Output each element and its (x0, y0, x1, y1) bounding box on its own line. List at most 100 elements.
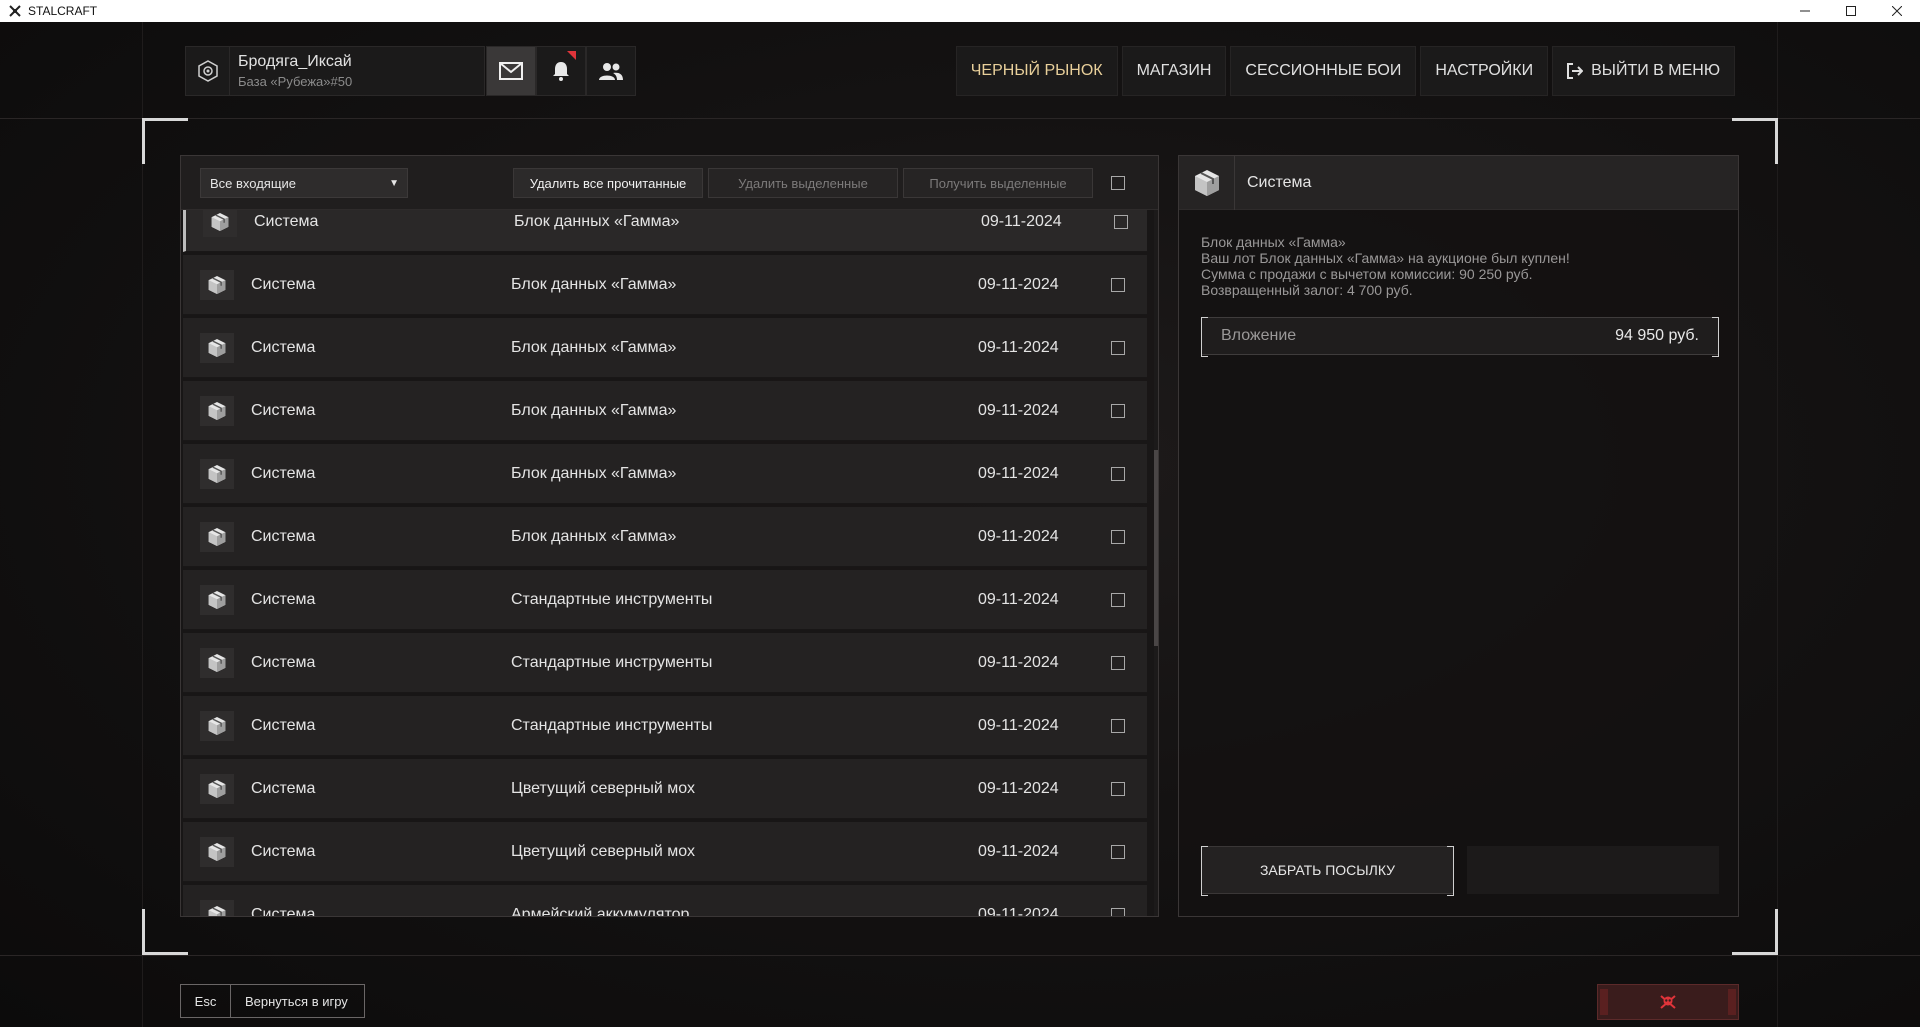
frame-guide-left (142, 22, 143, 1027)
mail-row-checkbox[interactable] (1111, 593, 1125, 607)
nav-settings[interactable]: НАСТРОЙКИ (1420, 46, 1549, 96)
delete-all-read-button[interactable]: Удалить все прочитанные (513, 168, 703, 198)
mail-row-subject: Блок данных «Гамма» (511, 464, 677, 482)
mail-row-date: 09-11-2024 (978, 275, 1059, 293)
mail-row-date: 09-11-2024 (978, 401, 1059, 419)
crossed-tools-icon (9, 5, 21, 17)
friends-button[interactable] (586, 46, 636, 96)
maximize-icon (1846, 6, 1856, 16)
mail-row-sender: Система (254, 212, 319, 230)
mail-rows[interactable]: Система Блок данных «Гамма» 09-11-2024 Сист… (181, 210, 1149, 917)
mail-row[interactable]: Система Блок данных «Гамма» 09-11-2024 (183, 210, 1147, 252)
detail-line: Сумма с продажи с вычетом комиссии: 90 2… (1201, 266, 1533, 282)
mail-row[interactable]: Система Армейский аккумулятор 09-11-2024 (183, 885, 1147, 917)
delete-selected-button[interactable]: Удалить выделенные (708, 168, 898, 198)
mail-row-checkbox[interactable] (1111, 845, 1125, 859)
mail-row[interactable]: Система Блок данных «Гамма» 09-11-2024 (183, 255, 1147, 315)
receive-selected-button[interactable]: Получить выделенные (903, 168, 1093, 198)
back-to-game-button[interactable]: Esc Вернуться в игру (180, 984, 365, 1018)
take-package-button[interactable]: ЗАБРАТЬ ПОСЫЛКУ (1201, 846, 1454, 896)
mail-row[interactable]: Система Блок данных «Гамма» 09-11-2024 (183, 444, 1147, 504)
notification-indicator (567, 51, 576, 60)
mail-row-checkbox[interactable] (1114, 215, 1128, 229)
detail-line: Возвращенный залог: 4 700 руб. (1201, 282, 1413, 298)
mail-list-scrollbar[interactable] (1154, 210, 1158, 916)
mail-row-checkbox[interactable] (1111, 278, 1125, 292)
mail-row-checkbox[interactable] (1111, 656, 1125, 670)
close-icon (1892, 6, 1902, 16)
mail-list-panel: Все входящие ▼ Удалить все прочитанные У… (180, 155, 1159, 917)
nav-shop[interactable]: МАГАЗИН (1121, 46, 1227, 96)
mail-row-date: 09-11-2024 (978, 527, 1059, 545)
maximize-button[interactable] (1828, 0, 1874, 22)
mail-row-icon (200, 648, 234, 678)
skull-button[interactable] (1597, 984, 1739, 1020)
mail-row-icon (200, 900, 234, 916)
mail-row-checkbox[interactable] (1111, 908, 1125, 916)
skull-icon (1660, 995, 1676, 1009)
rank-badge (186, 47, 230, 95)
mail-row-sender: Система (251, 464, 316, 482)
mail-row[interactable]: Система Блок данных «Гамма» 09-11-2024 (183, 381, 1147, 441)
mail-row-sender: Система (251, 275, 316, 293)
minimize-button[interactable] (1782, 0, 1828, 22)
mail-row-checkbox[interactable] (1111, 719, 1125, 733)
mail-row[interactable]: Система Стандартные инструменты 09-11-2024 (183, 570, 1147, 630)
mail-row[interactable]: Система Блок данных «Гамма» 09-11-2024 (183, 318, 1147, 378)
mail-row-subject: Стандартные инструменты (511, 653, 713, 671)
mail-row[interactable]: Система Стандартные инструменты 09-11-2024 (183, 633, 1147, 693)
dropdown-arrow-icon: ▼ (389, 178, 399, 189)
mail-button[interactable] (486, 46, 536, 96)
notifications-button[interactable] (536, 46, 586, 96)
mail-row-icon (203, 210, 237, 237)
detail-header: Система (1179, 155, 1738, 210)
mail-row-date: 09-11-2024 (978, 842, 1059, 860)
mail-row[interactable]: Система Цветущий северный мох 09-11-2024 (183, 759, 1147, 819)
esc-key-label: Esc (181, 985, 231, 1017)
package-icon (208, 717, 226, 735)
mail-row-icon (200, 333, 234, 363)
mail-row-checkbox[interactable] (1111, 467, 1125, 481)
package-icon (208, 843, 226, 861)
mail-row-sender: Система (251, 842, 316, 860)
mail-row-date: 09-11-2024 (978, 464, 1059, 482)
mail-row-subject: Стандартные инструменты (511, 590, 713, 608)
mail-row-checkbox[interactable] (1111, 341, 1125, 355)
mail-row[interactable]: Система Стандартные инструменты 09-11-2024 (183, 696, 1147, 756)
select-all-checkbox[interactable] (1111, 176, 1125, 190)
mail-filter-select[interactable]: Все входящие ▼ (200, 168, 408, 198)
mail-row-icon (200, 459, 234, 489)
scrollbar-thumb[interactable] (1154, 450, 1158, 646)
mail-row-sender: Система (251, 779, 316, 797)
package-icon (208, 276, 226, 294)
package-icon (208, 906, 226, 916)
mail-row[interactable]: Система Цветущий северный мох 09-11-2024 (183, 822, 1147, 882)
minimize-icon (1800, 10, 1810, 12)
mail-row-sender: Система (251, 905, 316, 917)
friends-icon (599, 63, 623, 80)
mail-row-date: 09-11-2024 (981, 212, 1062, 230)
mail-row-checkbox[interactable] (1111, 530, 1125, 544)
mail-row-sender: Система (251, 527, 316, 545)
mail-row[interactable]: Система Блок данных «Гамма» 09-11-2024 (183, 507, 1147, 567)
mail-row-subject: Стандартные инструменты (511, 716, 713, 734)
player-profile[interactable]: Бродяга_Иксай База «Рубежа»#50 (185, 46, 485, 96)
mail-row-subject: Цветущий северный мох (511, 842, 695, 860)
nav-session-battles[interactable]: СЕССИОННЫЕ БОИ (1230, 46, 1417, 96)
mail-row-subject: Блок данных «Гамма» (511, 338, 677, 356)
mail-row-checkbox[interactable] (1111, 404, 1125, 418)
nav-black-market[interactable]: ЧЕРНЫЙ РЫНОК (955, 46, 1118, 96)
package-icon (208, 339, 226, 357)
close-window-button[interactable] (1874, 0, 1920, 22)
attachment-label: Вложение (1221, 327, 1297, 344)
mail-row-date: 09-11-2024 (978, 338, 1059, 356)
detail-sender-icon-box (1179, 155, 1235, 210)
nav-exit-menu[interactable]: ВЫЙТИ В МЕНЮ (1552, 46, 1735, 96)
package-icon (211, 213, 229, 231)
mail-filter-value: Все входящие (210, 175, 297, 191)
package-icon (208, 465, 226, 483)
back-to-game-label: Вернуться в игру (245, 993, 348, 1009)
mail-row-checkbox[interactable] (1111, 782, 1125, 796)
frame-guide-right (1777, 22, 1778, 1027)
mail-row-subject: Армейский аккумулятор (511, 905, 690, 917)
